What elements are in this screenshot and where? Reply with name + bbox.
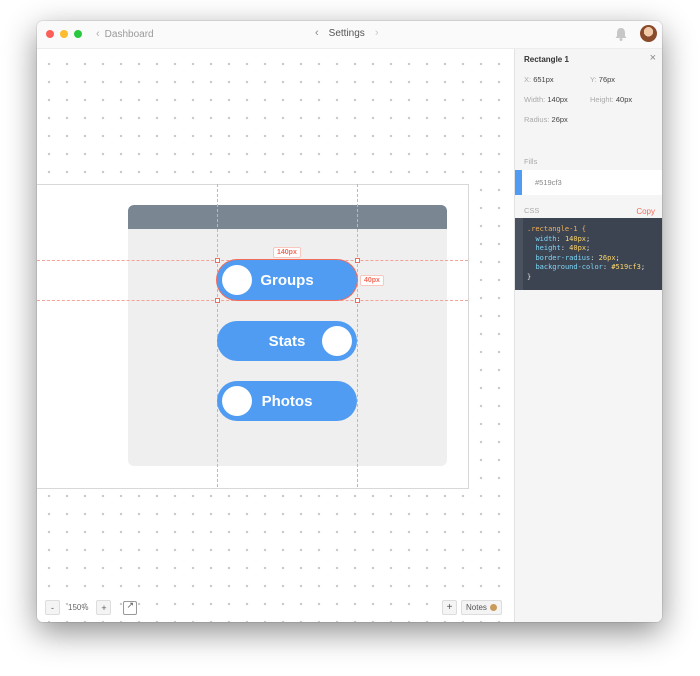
resize-handle[interactable] [215,258,220,263]
zoom-controls: - 150% + [45,600,138,615]
close-window-button[interactable] [46,30,54,38]
breadcrumb-label: Dashboard [104,28,154,40]
breadcrumb[interactable]: ‹ Dashboard [96,28,154,40]
mockup-card-header [128,205,447,229]
copy-css-button[interactable]: Copy [636,207,655,216]
width-measure-label: 140px [273,247,301,258]
minimize-window-button[interactable] [60,30,68,38]
chevron-left-icon: ‹ [96,28,100,40]
fill-swatch[interactable] [515,170,522,195]
previous-screen-icon[interactable]: ‹ [315,27,319,39]
app-window: ‹ Dashboard ‹ Settings › Groups Stats Ph… [37,21,662,622]
design-canvas[interactable]: Groups Stats Photos 140px 40px - 150% + … [37,49,514,622]
button-label: Photos [261,392,313,410]
button-label: Groups [260,271,314,289]
zoom-window-button[interactable] [74,30,82,38]
zoom-out-button[interactable]: - [45,600,60,615]
user-avatar[interactable] [640,25,657,42]
inspector-panel: Rectangle 1 × X: 651px Y: 76px Width: 14… [514,49,662,622]
screen-navigator: ‹ Settings › [315,27,378,39]
groups-toggle-button[interactable]: Groups [217,260,357,300]
css-code-block[interactable]: .rectangle-1 { width: 140px; height: 40p… [515,218,662,290]
fill-row[interactable]: #519cf3 [515,170,662,195]
external-link-icon[interactable] [123,600,138,615]
toggle-knob [322,326,352,356]
code-gutter [515,218,523,290]
height-measure-label: 40px [360,275,384,286]
notes-button[interactable]: Notes [461,600,502,615]
guide-right [357,184,358,487]
guide-bottom [37,300,468,301]
stats-toggle-button[interactable]: Stats [217,321,357,361]
height-prop[interactable]: Height: 40px [590,95,632,104]
screen-title: Settings [328,27,365,39]
toggle-knob [222,386,252,416]
button-label: Stats [268,332,306,350]
toggle-knob [222,265,252,295]
notes-badge-icon [489,604,497,611]
layer-name: Rectangle 1 [524,55,569,64]
radius-prop[interactable]: Radius: 26px [524,115,568,124]
fills-label: Fills [524,157,538,166]
x-prop[interactable]: X: 651px [524,75,554,84]
notes-controls: + Notes [442,600,502,615]
resize-handle[interactable] [355,298,360,303]
resize-handle[interactable] [215,298,220,303]
width-prop[interactable]: Width: 140px [524,95,568,104]
title-bar: ‹ Dashboard ‹ Settings › [37,21,662,49]
notes-label: Notes [466,603,487,612]
zoom-in-button[interactable]: + [96,600,112,615]
fill-hex: #519cf3 [535,178,562,187]
next-screen-icon[interactable]: › [375,27,379,39]
css-label: CSS [524,206,540,215]
close-icon[interactable]: × [650,52,656,64]
resize-handle[interactable] [355,258,360,263]
add-button[interactable]: + [442,600,457,615]
y-prop[interactable]: Y: 76px [590,75,615,84]
css-code: .rectangle-1 { width: 140px; height: 40p… [527,225,646,281]
photos-toggle-button[interactable]: Photos [217,381,357,421]
notification-bell-icon[interactable] [613,26,629,42]
zoom-level: 150% [68,603,89,612]
